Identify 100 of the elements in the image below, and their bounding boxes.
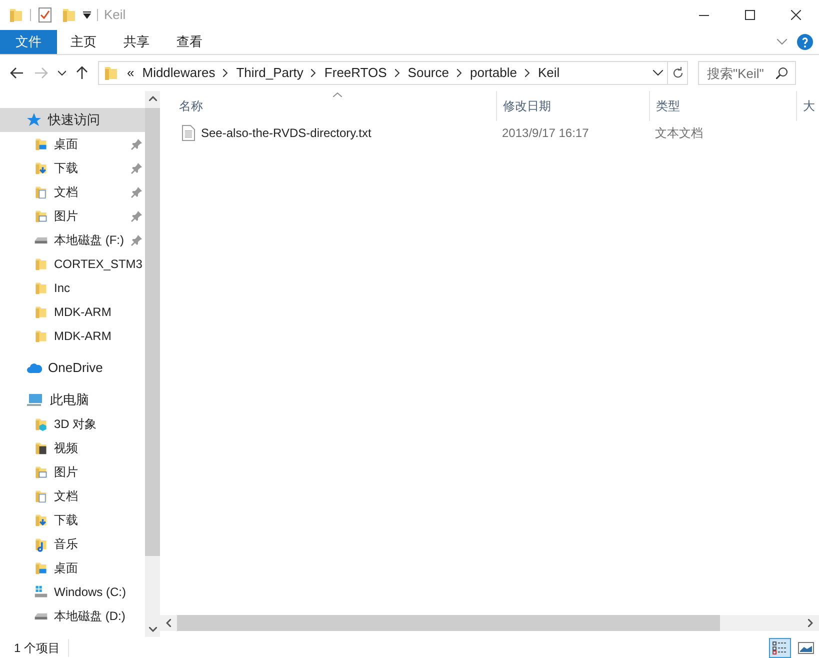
- breadcrumb[interactable]: portable: [470, 63, 517, 83]
- pin-icon: [131, 234, 143, 246]
- nav-item[interactable]: 音乐: [0, 532, 145, 556]
- pin-icon: [131, 186, 143, 198]
- music-folder-icon: [34, 536, 48, 552]
- column-header[interactable]: 修改日期: [496, 91, 649, 121]
- help-icon[interactable]: [797, 34, 813, 50]
- up-icon[interactable]: [76, 66, 88, 80]
- folder-icon: [34, 328, 48, 344]
- nav-item[interactable]: Inc: [0, 276, 145, 300]
- item-count: 1 个项目: [14, 638, 70, 656]
- scroll-thumb[interactable]: [145, 108, 160, 556]
- overflow-chevron[interactable]: «: [127, 63, 134, 83]
- nav-item[interactable]: CORTEX_STM3: [0, 252, 145, 276]
- ribbon-tab[interactable]: 共享: [110, 30, 163, 54]
- nav-item[interactable]: 下载: [0, 508, 145, 532]
- address-bar[interactable]: « Middlewares Third_Party FreeRTOS Source portable Keil: [98, 61, 688, 85]
- pin-icon: [131, 162, 143, 174]
- folder-icon: [34, 304, 48, 320]
- ribbon-tab[interactable]: 文件: [0, 30, 57, 54]
- folder-icon: [34, 280, 48, 296]
- nav-item[interactable]: 此电脑: [0, 388, 145, 412]
- chevron-icon: [223, 69, 228, 77]
- computer-icon: [26, 392, 44, 408]
- nav-item[interactable]: 视频: [0, 436, 145, 460]
- picture-folder-icon: [34, 464, 48, 480]
- nav-item[interactable]: 本地磁盘 (F:): [0, 228, 145, 252]
- breadcrumb[interactable]: Third_Party: [236, 63, 304, 83]
- column-header[interactable]: 类型: [649, 91, 796, 121]
- nav-item[interactable]: 图片: [0, 460, 145, 484]
- table-cell-text: 2013/9/17 16:17: [501, 125, 590, 142]
- nav-item[interactable]: Windows (C:): [0, 580, 145, 604]
- windows-drive-icon: [34, 585, 48, 599]
- picture-folder-icon: [34, 208, 48, 224]
- pin-icon: [131, 210, 143, 222]
- column-header[interactable]: 名称: [160, 91, 496, 121]
- video-folder-icon: [34, 440, 48, 456]
- nav-item[interactable]: 快速访问: [0, 108, 145, 132]
- drive-icon: [34, 235, 48, 245]
- ribbon-tab[interactable]: 查看: [163, 30, 216, 54]
- refresh-icon[interactable]: [672, 67, 684, 79]
- close-icon[interactable]: [791, 10, 801, 20]
- nav-item[interactable]: 文档: [0, 180, 145, 204]
- nav-item[interactable]: 桌面: [0, 132, 145, 156]
- nav-item[interactable]: MDK-ARM: [0, 300, 145, 324]
- breadcrumb[interactable]: Keil: [538, 63, 560, 83]
- folder-icon: [103, 65, 119, 81]
- nav-item[interactable]: 桌面: [0, 556, 145, 580]
- back-icon[interactable]: [10, 67, 24, 79]
- horizontal-scrollbar[interactable]: [160, 615, 819, 631]
- breadcrumb[interactable]: Middlewares: [142, 63, 216, 83]
- scroll-thumb[interactable]: [177, 615, 720, 631]
- folder-icon: [34, 256, 48, 272]
- pin-icon: [131, 138, 143, 150]
- cube-folder-icon: [34, 416, 48, 432]
- file-name[interactable]: See-also-the-RVDS-directory.txt: [201, 124, 372, 142]
- scroll-right-icon[interactable]: [808, 619, 813, 627]
- ribbon-tab[interactable]: 主页: [57, 30, 110, 54]
- scroll-left-icon[interactable]: [166, 619, 171, 627]
- minimize-icon[interactable]: [699, 14, 709, 16]
- document-folder-icon: [34, 488, 48, 504]
- search-icon: [776, 67, 788, 79]
- nav-item[interactable]: 本地磁盘 (D:): [0, 604, 145, 628]
- details-view-button[interactable]: [769, 638, 791, 658]
- nav-item[interactable]: 文档: [0, 484, 145, 508]
- window-title: Keil: [104, 6, 126, 24]
- scroll-down-icon[interactable]: [148, 627, 156, 632]
- nav-item[interactable]: MDK-ARM: [0, 324, 145, 348]
- address-dropdown-icon[interactable]: [653, 70, 663, 76]
- chevron-icon: [457, 69, 462, 77]
- vertical-scrollbar[interactable]: [145, 91, 160, 637]
- column-header[interactable]: 大: [796, 91, 819, 121]
- document-folder-icon: [34, 184, 48, 200]
- drive-icon: [34, 611, 48, 621]
- chevron-icon: [394, 69, 400, 77]
- expand-ribbon-icon[interactable]: [777, 39, 787, 45]
- breadcrumb[interactable]: Source: [408, 63, 449, 83]
- chevron-icon: [524, 69, 530, 77]
- search-field[interactable]: 搜索"Keil": [698, 61, 796, 85]
- folder-icon: [61, 7, 77, 23]
- properties-icon[interactable]: [37, 7, 53, 23]
- nav-item[interactable]: 下载: [0, 156, 145, 180]
- maximize-icon[interactable]: [745, 10, 755, 20]
- dropdown-icon[interactable]: [83, 11, 91, 19]
- nav-item[interactable]: 3D 对象: [0, 412, 145, 436]
- chevron-icon: [311, 69, 316, 77]
- download-folder-icon: [34, 160, 48, 176]
- recent-dropdown-icon[interactable]: [58, 70, 66, 76]
- scroll-up-icon[interactable]: [148, 96, 156, 101]
- folder-icon: [8, 7, 24, 23]
- breadcrumb[interactable]: FreeRTOS: [324, 63, 387, 83]
- nav-item[interactable]: 图片: [0, 204, 145, 228]
- desktop-folder-icon: [34, 560, 48, 576]
- text-file-icon: [182, 125, 195, 141]
- nav-item[interactable]: OneDrive: [0, 356, 145, 380]
- star-icon: [26, 112, 42, 128]
- download-folder-icon: [34, 512, 48, 528]
- cloud-icon: [26, 362, 42, 374]
- table-cell-text: 文本文档: [654, 125, 704, 142]
- desktop-folder-icon: [34, 136, 48, 152]
